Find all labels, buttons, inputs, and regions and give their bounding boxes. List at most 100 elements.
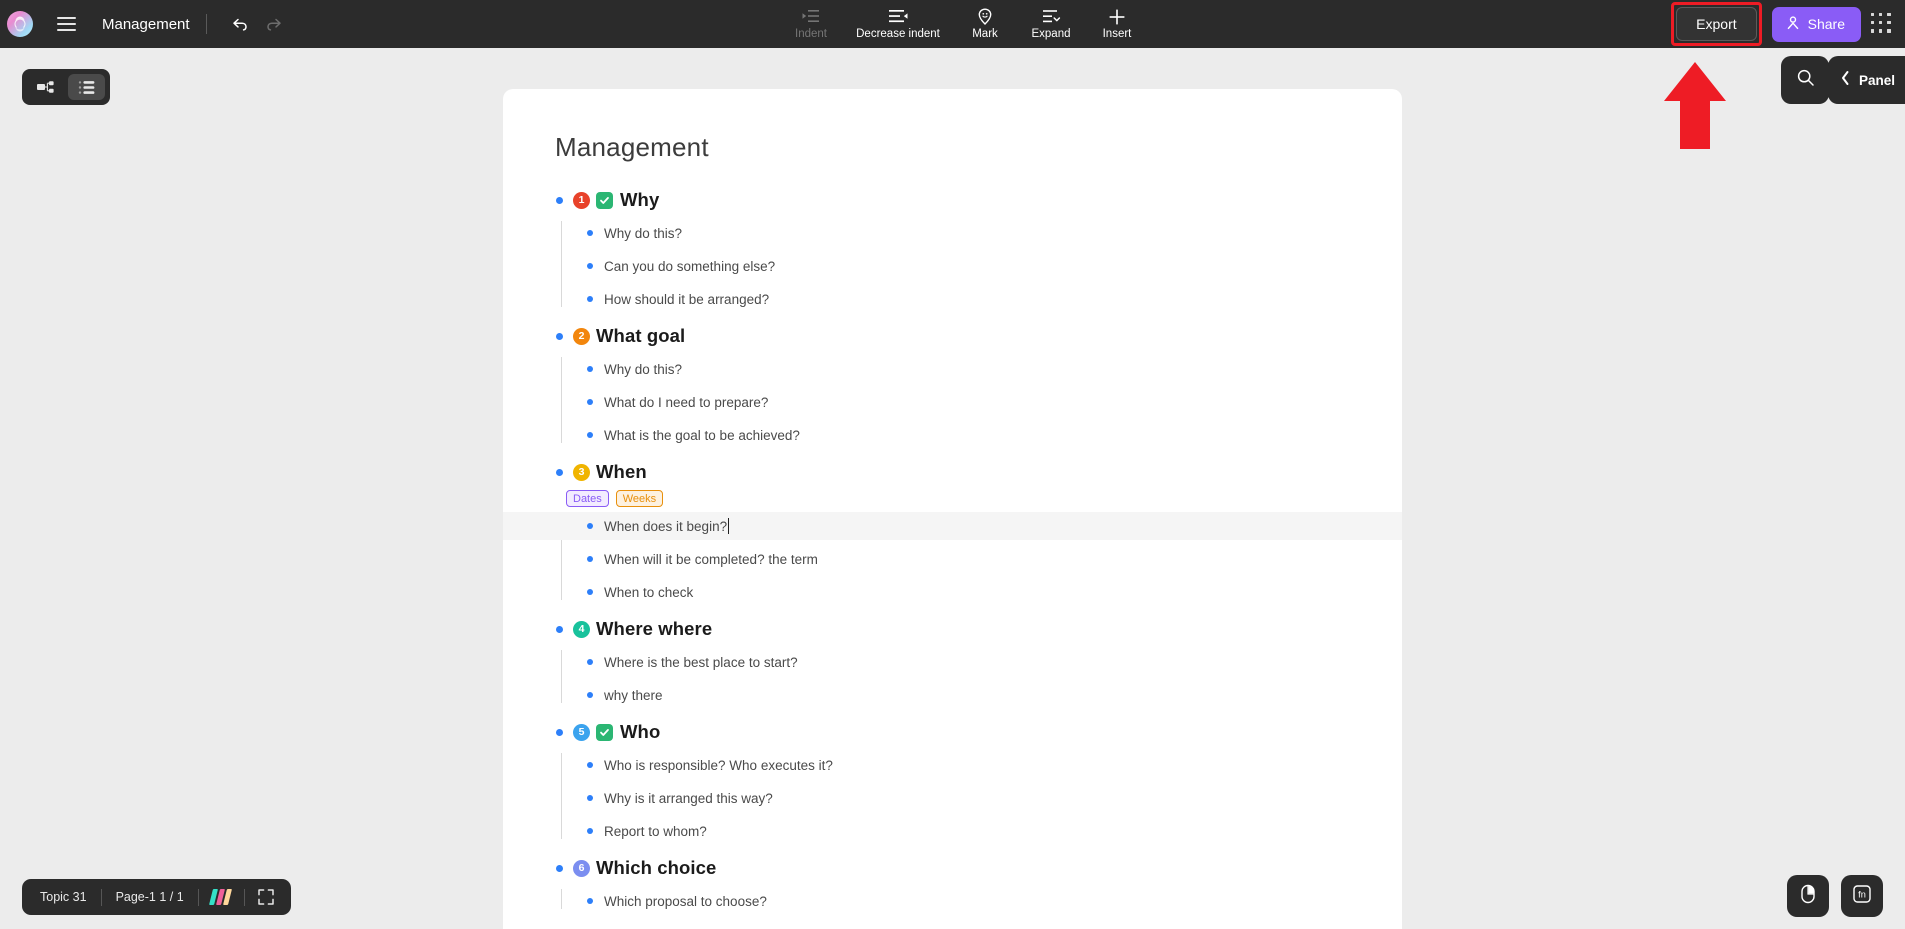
outline-child-row[interactable]: When does it begin? (503, 512, 1402, 540)
bullet-icon (587, 366, 593, 372)
bottom-right-tools: fn (1787, 875, 1883, 917)
outline-child-row[interactable]: Why do this? (503, 219, 1402, 247)
outline-child-row[interactable]: When will it be completed? the term (503, 545, 1402, 573)
child-text: When will it be completed? the term (604, 551, 818, 567)
page-title: Management (555, 132, 709, 162)
outline-child-row[interactable]: Who is responsible? Who executes it? (503, 751, 1402, 779)
app-root: Management Indent Decrease indent Mark E… (0, 0, 1905, 929)
outline-child-row[interactable]: When to check (503, 578, 1402, 606)
topic-heading-row[interactable]: 4 Where where (503, 615, 1402, 643)
page-indicator[interactable]: Page-1 1 / 1 (102, 890, 198, 904)
document-card: Management 1 Why Why do this? Can you do so… (503, 89, 1402, 929)
bullet-icon (587, 898, 593, 904)
topic-number-badge: 3 (573, 463, 590, 481)
outline-topic: 5 Who Who is responsible? Who executes it?… (503, 718, 1402, 845)
child-text: Which proposal to choose? (604, 893, 767, 909)
bullet-icon (587, 556, 593, 562)
outline-list: 1 Why Why do this? Can you do something els… (503, 163, 1402, 929)
panel-tab[interactable]: Panel (1827, 56, 1905, 104)
checkbox-checked-icon[interactable] (596, 191, 613, 209)
edit-tools-group: Indent Decrease indent Mark Expand Inser… (778, 0, 1150, 48)
hamburger-menu-icon[interactable] (46, 4, 86, 44)
child-text: Report to whom? (604, 823, 707, 839)
bullet-icon (556, 625, 563, 633)
topic-children: Why do this? What do I need to prepare? Wh… (503, 355, 1402, 449)
outline-topic: 2 What goal Why do this? What do I need to … (503, 322, 1402, 449)
topic-title: Which choice (596, 857, 717, 878)
fn-key-icon: fn (1851, 883, 1873, 910)
bullet-icon (587, 432, 593, 438)
outline-child-row[interactable]: What is the goal to be achieved? (503, 421, 1402, 449)
bullet-icon (587, 795, 593, 801)
topic-title: Where where (596, 618, 713, 639)
outline-topic: 1 Why Why do this? Can you do something els… (503, 186, 1402, 313)
topic-title: Who (620, 721, 661, 742)
topic-number-badge: 1 (573, 191, 590, 209)
outline-child-row[interactable]: How should it be arranged? (503, 285, 1402, 313)
topic-heading-row[interactable]: 3 When (503, 458, 1402, 486)
outline-topic: 3 When Dates Weeks When does it begin? When w… (503, 458, 1402, 606)
topic-heading-row[interactable]: 7How to do How to execute (503, 924, 1402, 929)
fullscreen-expand-icon[interactable] (245, 888, 287, 906)
outline-child-row[interactable]: why there (503, 681, 1402, 709)
person-share-icon (1785, 15, 1801, 34)
outline-child-row[interactable]: Why do this? (503, 355, 1402, 383)
child-text: Where is the best place to start? (604, 654, 798, 670)
topic-children: Who is responsible? Who executes it? Why … (503, 751, 1402, 845)
bullet-icon (556, 864, 563, 872)
mouse-button[interactable] (1787, 875, 1829, 917)
tag-chip[interactable]: Weeks (615, 490, 664, 507)
apps-grid-icon[interactable] (1871, 13, 1893, 35)
tool-mark[interactable]: Mark (952, 1, 1018, 47)
outline-topic: 6 Which choice Which proposal to choose? (503, 854, 1402, 915)
outline-child-row[interactable]: Why is it arranged this way? (503, 784, 1402, 812)
tag-list: Dates Weeks (503, 490, 1402, 507)
bullet-icon (556, 728, 563, 736)
fn-button[interactable]: fn (1841, 875, 1883, 917)
child-text: Why do this? (604, 225, 683, 241)
outline-child-row[interactable]: What do I need to prepare? (503, 388, 1402, 416)
tool-decrease-indent[interactable]: Decrease indent (844, 1, 952, 47)
svg-text:fn: fn (1858, 889, 1866, 899)
topic-children: When does it begin? When will it be compl… (503, 512, 1402, 606)
topic-count[interactable]: Topic 31 (26, 890, 101, 904)
bullet-icon (587, 230, 593, 236)
topic-children: Why do this? Can you do something else? Ho… (503, 219, 1402, 313)
topic-heading-row[interactable]: 5 Who (503, 718, 1402, 746)
share-button[interactable]: Share (1771, 6, 1861, 42)
topic-heading-row[interactable]: 1 Why (503, 186, 1402, 214)
search-button[interactable] (1781, 56, 1829, 104)
outline-child-row[interactable]: Where is the best place to start? (503, 648, 1402, 676)
child-text: Why is it arranged this way? (604, 790, 773, 806)
undo-icon[interactable] (223, 7, 257, 41)
bullet-icon (587, 296, 593, 302)
topic-heading-row[interactable]: 6 Which choice (503, 854, 1402, 882)
editor-canvas: Management 1 Why Why do this? Can you do so… (0, 48, 1905, 929)
toolbar-divider (205, 14, 207, 34)
redo-icon[interactable] (257, 7, 291, 41)
tool-insert[interactable]: Insert (1084, 1, 1150, 47)
tool-label: Mark (972, 28, 998, 40)
topic-number-badge: 6 (573, 859, 590, 877)
tool-label: Decrease indent (856, 27, 940, 40)
bullet-icon (587, 399, 593, 405)
outline-child-row[interactable]: Which proposal to choose? (503, 887, 1402, 915)
tag-chip[interactable]: Dates (566, 490, 609, 507)
child-text: What is the goal to be achieved? (604, 427, 800, 443)
checkbox-checked-icon[interactable] (596, 723, 613, 741)
topic-title: What goal (596, 325, 686, 346)
tool-expand[interactable]: Expand (1018, 1, 1084, 47)
child-text: Why do this? (604, 361, 683, 377)
user-avatar[interactable] (7, 11, 33, 37)
mindmap-view-icon[interactable] (27, 74, 64, 100)
export-button[interactable]: Export (1676, 7, 1757, 41)
tool-indent[interactable]: Indent (778, 1, 844, 47)
tool-label: Expand (1031, 27, 1071, 40)
brand-logo[interactable] (199, 889, 244, 905)
topbar-right-actions: Export Share (1671, 0, 1905, 48)
outline-view-icon[interactable] (68, 74, 105, 100)
child-text: Who is responsible? Who executes it? (604, 757, 833, 773)
topic-heading-row[interactable]: 2 What goal (503, 322, 1402, 350)
outline-child-row[interactable]: Report to whom? (503, 817, 1402, 845)
outline-child-row[interactable]: Can you do something else? (503, 252, 1402, 280)
